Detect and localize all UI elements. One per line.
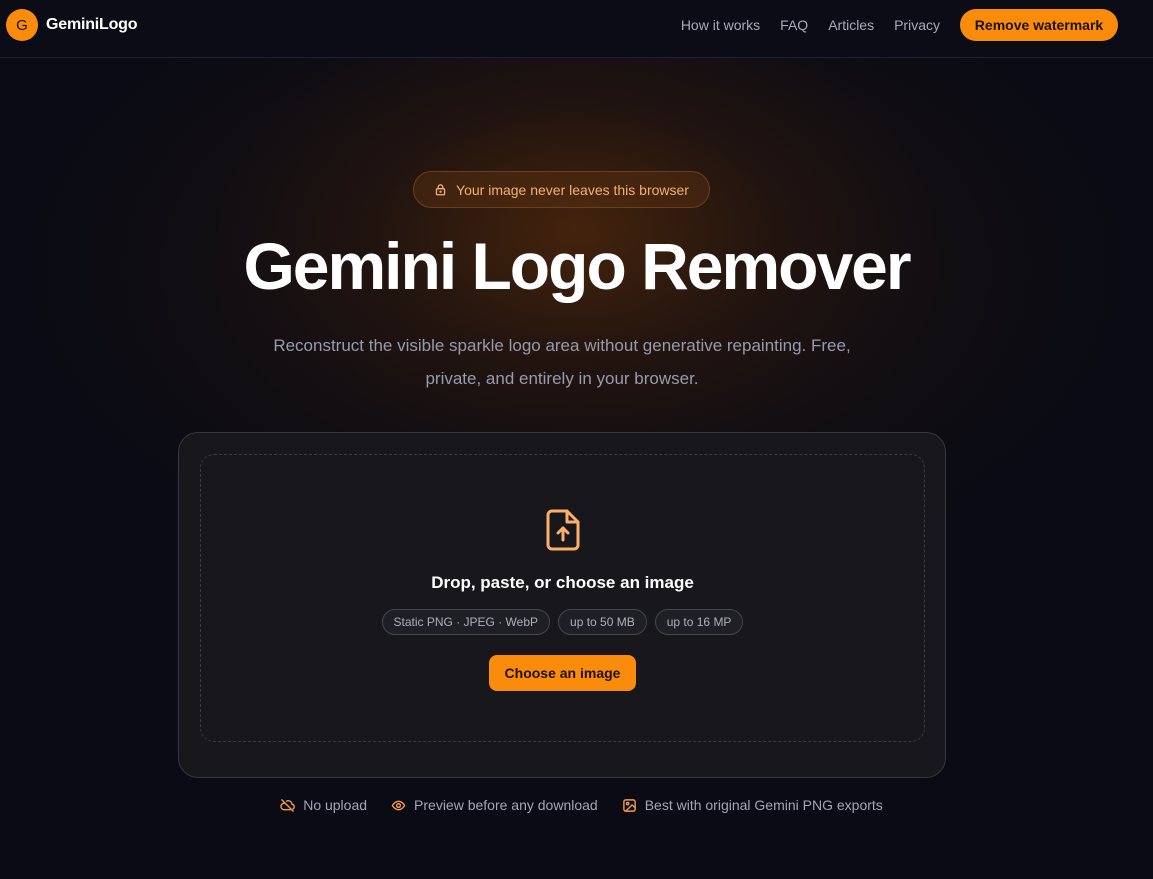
upload-card: Drop, paste, or choose an image Static P… [178,432,946,778]
page: G GeminiLogo How it works FAQ Articles P… [0,0,1153,879]
feature-label: No upload [303,797,368,813]
brand-name: GeminiLogo [46,16,138,33]
nav-links: How it works FAQ Articles Privacy [681,0,940,50]
chip-megapixel-limit: up to 16 MP [654,609,744,635]
nav-link-privacy[interactable]: Privacy [894,17,940,33]
feature-label: Preview before any download [414,797,598,813]
page-title: Gemini Logo Remover [243,229,911,303]
feature-no-upload: No upload [280,797,367,813]
brand-link[interactable]: G GeminiLogo [6,9,138,41]
eye-icon [391,800,406,810]
top-nav: G GeminiLogo How it works FAQ Articles P… [0,0,1153,58]
upload-title: Drop, paste, or choose an image [431,573,694,592]
nav-link-faq[interactable]: FAQ [780,17,808,33]
chip-size-limit: up to 50 MB [558,609,647,635]
remove-watermark-button[interactable]: Remove watermark [960,9,1118,41]
cloud-off-icon [280,798,296,812]
privacy-badge: Your image never leaves this browser [413,171,710,208]
feature-best-with-png: Best with original Gemini PNG exports [622,797,883,813]
chip-formats: Static PNG · JPEG · WebP [381,609,551,635]
lock-icon [435,184,446,196]
feature-list: No upload Preview before any download Be… [0,797,1153,813]
image-icon [622,798,636,812]
feature-label: Best with original Gemini PNG exports [644,797,883,813]
choose-image-button[interactable]: Choose an image [489,655,636,691]
nav-link-how-it-works[interactable]: How it works [681,17,760,33]
format-chips: Static PNG · JPEG · WebP up to 50 MB up … [201,609,924,635]
upload-dropzone[interactable]: Drop, paste, or choose an image Static P… [200,454,925,742]
page-subtitle: Reconstruct the visible sparkle logo are… [273,336,851,388]
privacy-badge-text: Your image never leaves this browser [456,181,689,198]
nav-link-articles[interactable]: Articles [828,17,874,33]
feature-preview: Preview before any download [391,797,598,813]
file-upload-icon [546,509,580,551]
brand-logo: G [6,9,38,41]
